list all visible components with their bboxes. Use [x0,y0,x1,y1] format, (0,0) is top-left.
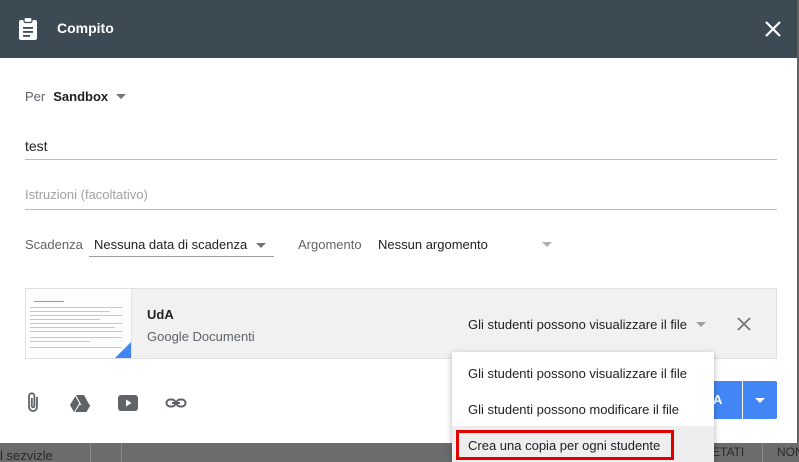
menu-item-view[interactable]: Gli studenti possono visualizzare il fil… [452,354,714,390]
background-divider [90,443,91,462]
menu-item-label: Crea una copia per ogni studente [468,438,661,453]
title-input[interactable]: test [25,138,777,160]
assign-options-button[interactable] [743,381,777,419]
background-column-header: NON [762,443,799,462]
attachment-card[interactable]: UdA Google Documenti Gli studenti posson… [25,288,777,359]
chevron-down-icon [256,243,266,248]
topic-select[interactable]: Nessun argomento [378,237,552,252]
class-name[interactable]: Sandbox [53,89,108,104]
background-divider [121,443,122,462]
due-label: Scadenza [25,237,83,252]
youtube-icon[interactable] [116,391,140,415]
close-icon[interactable] [763,19,783,39]
for-label: Per [25,89,46,104]
instructions-input[interactable]: Istruzioni (facoltativo) [25,187,777,210]
docs-corner [115,342,131,358]
chevron-down-icon [755,398,765,403]
menu-item-label: Gli studenti possono modificare il file [468,402,679,417]
attachment-type: Google Documenti [147,329,255,344]
assignment-icon [19,17,37,40]
paperclip-icon[interactable] [22,391,46,415]
topic-value: Nessun argomento [378,237,488,252]
permission-menu: Gli studenti possono visualizzare il fil… [452,352,714,462]
background-text: l sezvizle [0,448,53,462]
menu-item-copy[interactable]: Crea una copia per ogni studente [452,426,714,462]
remove-attachment-icon[interactable] [736,316,752,332]
chevron-down-icon[interactable] [116,94,127,99]
menu-item-label: Gli studenti possono visualizzare il fil… [468,366,687,381]
chevron-down-icon [542,242,552,247]
document-thumbnail [26,289,132,358]
due-date-value: Nessuna data di scadenza [94,237,248,252]
class-selector[interactable]: Per Sandbox [25,89,127,104]
permission-select[interactable]: Gli studenti possono visualizzare il fil… [468,317,687,332]
attachment-name: UdA [147,307,174,322]
dialog-title: Compito [57,20,114,36]
topic-label: Argomento [298,237,362,252]
chevron-down-icon[interactable] [696,322,706,327]
dialog-header: Compito [0,0,797,58]
drive-icon[interactable] [68,391,92,415]
menu-item-edit[interactable]: Gli studenti possono modificare il file [452,390,714,426]
link-icon[interactable] [164,391,188,415]
due-date-select[interactable]: Nessuna data di scadenza [89,231,274,257]
